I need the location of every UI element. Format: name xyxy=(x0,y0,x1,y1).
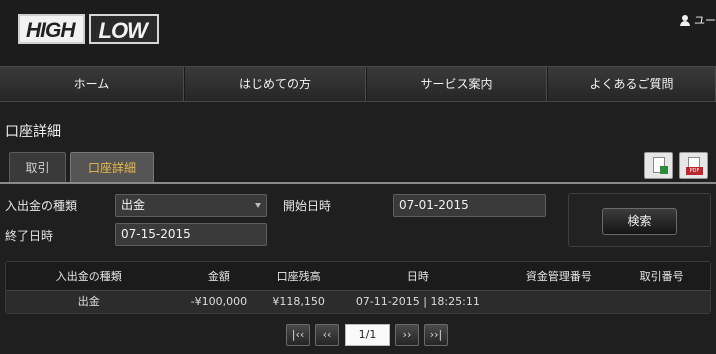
cell-trade-number xyxy=(613,291,710,313)
pdf-export-icon[interactable]: PDF xyxy=(679,152,708,179)
table-row: 出金 -¥100,000 ¥118,150 07-11-2015 | 18:25… xyxy=(6,291,710,313)
cell-type: 出金 xyxy=(77,295,100,308)
start-date-field[interactable]: 07-01-2015 xyxy=(393,194,546,217)
header-datetime[interactable]: 日時 xyxy=(331,262,505,290)
cell-fund-number xyxy=(505,291,614,313)
end-date-field[interactable]: 07-15-2015 xyxy=(115,223,267,246)
nav-item-beginners[interactable]: はじめての方 xyxy=(184,67,366,101)
excel-export-icon[interactable] xyxy=(644,152,673,179)
next-page-button[interactable]: ›› xyxy=(395,324,419,346)
type-label: 入出金の種類 xyxy=(5,199,78,213)
pdf-mark: PDF xyxy=(686,167,703,175)
search-button[interactable]: 検索 xyxy=(602,208,677,235)
cell-balance: ¥118,150 xyxy=(272,295,325,308)
start-date-label: 開始日時 xyxy=(283,199,332,213)
nav-item-faq[interactable]: よくあるご質問 xyxy=(547,67,716,101)
excel-mark-icon xyxy=(660,166,668,174)
header-type[interactable]: 入出金の種類 xyxy=(6,262,172,290)
header: HIGH LOW ユー xyxy=(0,0,716,66)
cell-amount: -¥100,000 xyxy=(190,295,248,308)
header-amount[interactable]: 金額 xyxy=(172,262,267,290)
page-title: 口座詳細 xyxy=(5,124,61,140)
tab-account-details[interactable]: 口座詳細 xyxy=(70,152,154,182)
header-balance[interactable]: 口座残高 xyxy=(266,262,331,290)
logo-high-text: HIGH xyxy=(18,14,85,44)
tab-bar: 取引 口座詳細 xyxy=(0,152,716,184)
last-page-button[interactable]: ››| xyxy=(424,324,448,346)
type-select-value: 出金 xyxy=(121,198,146,212)
main-nav: ホーム はじめての方 サービス案内 よくあるご質問 xyxy=(0,66,716,102)
first-page-button[interactable]: |‹‹ xyxy=(286,324,310,346)
user-label: ユー xyxy=(694,14,716,27)
logo-low-text: LOW xyxy=(88,14,159,44)
table-header: 入出金の種類 金額 口座残高 日時 資金管理番号 取引番号 xyxy=(6,262,710,291)
type-select[interactable]: 出金 xyxy=(115,194,267,217)
prev-page-button[interactable]: ‹‹ xyxy=(315,324,339,346)
nav-item-home[interactable]: ホーム xyxy=(0,67,184,101)
header-trade-number[interactable]: 取引番号 xyxy=(613,262,710,290)
tab-trade[interactable]: 取引 xyxy=(9,152,66,182)
end-date-label: 終了日時 xyxy=(5,229,54,243)
user-icon xyxy=(680,14,690,26)
cell-datetime: 07-11-2015 | 18:25:11 xyxy=(355,295,480,308)
transactions-table: 入出金の種類 金額 口座残高 日時 資金管理番号 取引番号 出金 -¥100,0… xyxy=(5,261,711,314)
user-menu[interactable]: ユー xyxy=(680,12,716,28)
highlow-logo[interactable]: HIGH LOW xyxy=(18,14,159,48)
chevron-down-icon xyxy=(255,203,261,208)
page-indicator: 1/1 xyxy=(345,324,390,346)
header-fund-number[interactable]: 資金管理番号 xyxy=(505,262,614,290)
nav-item-services[interactable]: サービス案内 xyxy=(366,67,547,101)
